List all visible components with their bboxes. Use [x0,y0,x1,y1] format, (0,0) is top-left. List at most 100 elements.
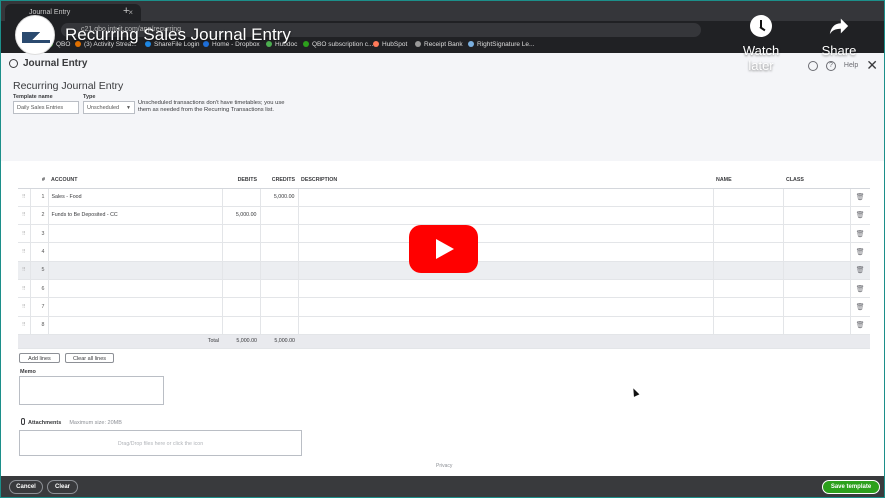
account-cell[interactable] [48,261,223,280]
name-cell[interactable] [713,279,784,299]
description-cell[interactable] [298,224,714,244]
credit-cell[interactable] [260,224,299,244]
type-select[interactable]: Unscheduled ▼ [83,101,135,114]
channel-avatar[interactable] [15,15,55,55]
account-cell[interactable]: Sales - Food [48,188,223,207]
class-cell[interactable] [783,261,851,280]
bookmark-item[interactable]: HubSpot [373,41,407,48]
drag-handle-icon[interactable]: ⠿ [18,261,31,280]
class-cell[interactable] [783,242,851,262]
debit-cell[interactable]: 5,000.00 [222,206,261,226]
new-tab-icon[interactable]: + [123,5,129,17]
trash-icon[interactable]: 🗑 [850,261,870,280]
debit-cell[interactable] [222,261,261,280]
credit-cell[interactable] [260,316,299,335]
drag-handle-icon[interactable]: ⠿ [18,279,31,299]
save-template-button[interactable]: Save template [822,480,880,494]
add-lines-button[interactable]: Add lines [19,353,60,363]
debit-cell[interactable] [222,279,261,299]
table-row[interactable]: ⠿ 1 Sales - Food 5,000.00 🗑 [18,188,870,207]
template-name-input[interactable]: Daily Sales Entries [13,101,79,114]
close-icon[interactable]: ✕ [866,57,878,73]
debit-cell[interactable] [222,224,261,244]
trash-icon[interactable]: 🗑 [850,188,870,207]
bookmark-item[interactable]: QBO subscription c... [303,41,373,48]
trash-icon[interactable]: 🗑 [850,242,870,262]
total-row: Total 5,000.00 5,000.00 [18,334,870,349]
share-label: Share [821,43,857,58]
cancel-button[interactable]: Cancel [9,480,43,494]
trash-icon[interactable]: 🗑 [850,297,870,317]
debit-cell[interactable] [222,316,261,335]
memo-textarea[interactable] [19,376,164,405]
name-cell[interactable] [713,297,784,317]
clock-icon [750,15,772,37]
table-row[interactable]: ⠿ 7 🗑 [18,297,870,317]
privacy-link[interactable]: Privacy [436,463,452,469]
credit-cell[interactable] [260,206,299,226]
debit-cell[interactable] [222,242,261,262]
trash-icon[interactable]: 🗑 [850,224,870,244]
clear-all-lines-button[interactable]: Clear all lines [65,353,114,363]
trash-icon[interactable]: 🗑 [850,316,870,335]
drag-handle-icon[interactable]: ⠿ [18,316,31,335]
credit-cell[interactable] [260,261,299,280]
help-link[interactable]: Help [844,62,858,69]
account-cell[interactable]: Funds to Be Deposited - CC [48,206,223,226]
account-cell[interactable] [48,297,223,317]
description-cell[interactable] [298,279,714,299]
trash-icon[interactable]: 🗑 [850,206,870,226]
trash-icon[interactable]: 🗑 [850,279,870,299]
debit-cell[interactable] [222,297,261,317]
class-cell[interactable] [783,224,851,244]
account-cell[interactable] [48,316,223,335]
class-cell[interactable] [783,279,851,299]
bookmark-item[interactable]: Receipt Bank [415,41,463,48]
account-cell[interactable] [48,279,223,299]
name-cell[interactable] [713,261,784,280]
description-cell[interactable] [298,297,714,317]
history-icon[interactable] [9,59,18,68]
attachment-dropzone[interactable]: Drag/Drop files here or click the icon [19,430,302,456]
credit-cell[interactable] [260,297,299,317]
description-cell[interactable] [298,242,714,262]
account-cell[interactable] [48,242,223,262]
video-title[interactable]: Recurring Sales Journal Entry [65,25,291,45]
help-icon[interactable]: ? [825,60,836,71]
description-cell[interactable] [298,188,714,207]
attachments-header: Attachments Maximum size: 20MB [21,418,122,426]
share-button[interactable]: Share [809,15,869,58]
description-cell[interactable] [298,206,714,226]
class-cell[interactable] [783,206,851,226]
drag-handle-icon[interactable]: ⠿ [18,188,31,207]
credit-cell[interactable] [260,279,299,299]
name-cell[interactable] [713,224,784,244]
video-frame: Journal Entry × + c21.qbo.intuit.com/app… [0,0,885,498]
credit-cell[interactable]: 5,000.00 [260,188,299,207]
account-cell[interactable] [48,224,223,244]
table-row[interactable]: ⠿ 6 🗑 [18,279,870,299]
drag-handle-icon[interactable]: ⠿ [18,297,31,317]
drag-handle-icon[interactable]: ⠿ [18,242,31,262]
clear-button[interactable]: Clear [47,480,78,494]
table-row[interactable]: ⠿ 8 🗑 [18,316,870,335]
watch-later-button[interactable]: Watch later [731,15,791,73]
drag-handle-icon[interactable]: ⠿ [18,224,31,244]
debit-cell[interactable] [222,188,261,207]
bookmark-icon [415,41,421,47]
class-cell[interactable] [783,316,851,335]
name-cell[interactable] [713,188,784,207]
class-cell[interactable] [783,297,851,317]
bookmark-item[interactable]: RightSignature Le... [468,41,534,48]
gear-icon[interactable] [808,60,818,71]
name-cell[interactable] [713,316,784,335]
description-cell[interactable] [298,261,714,280]
name-cell[interactable] [713,206,784,226]
drag-handle-icon[interactable]: ⠿ [18,206,31,226]
class-cell[interactable] [783,188,851,207]
play-button-icon[interactable] [409,225,478,273]
table-row[interactable]: ⠿ 2 Funds to Be Deposited - CC 5,000.00 … [18,206,870,226]
description-cell[interactable] [298,316,714,335]
name-cell[interactable] [713,242,784,262]
credit-cell[interactable] [260,242,299,262]
